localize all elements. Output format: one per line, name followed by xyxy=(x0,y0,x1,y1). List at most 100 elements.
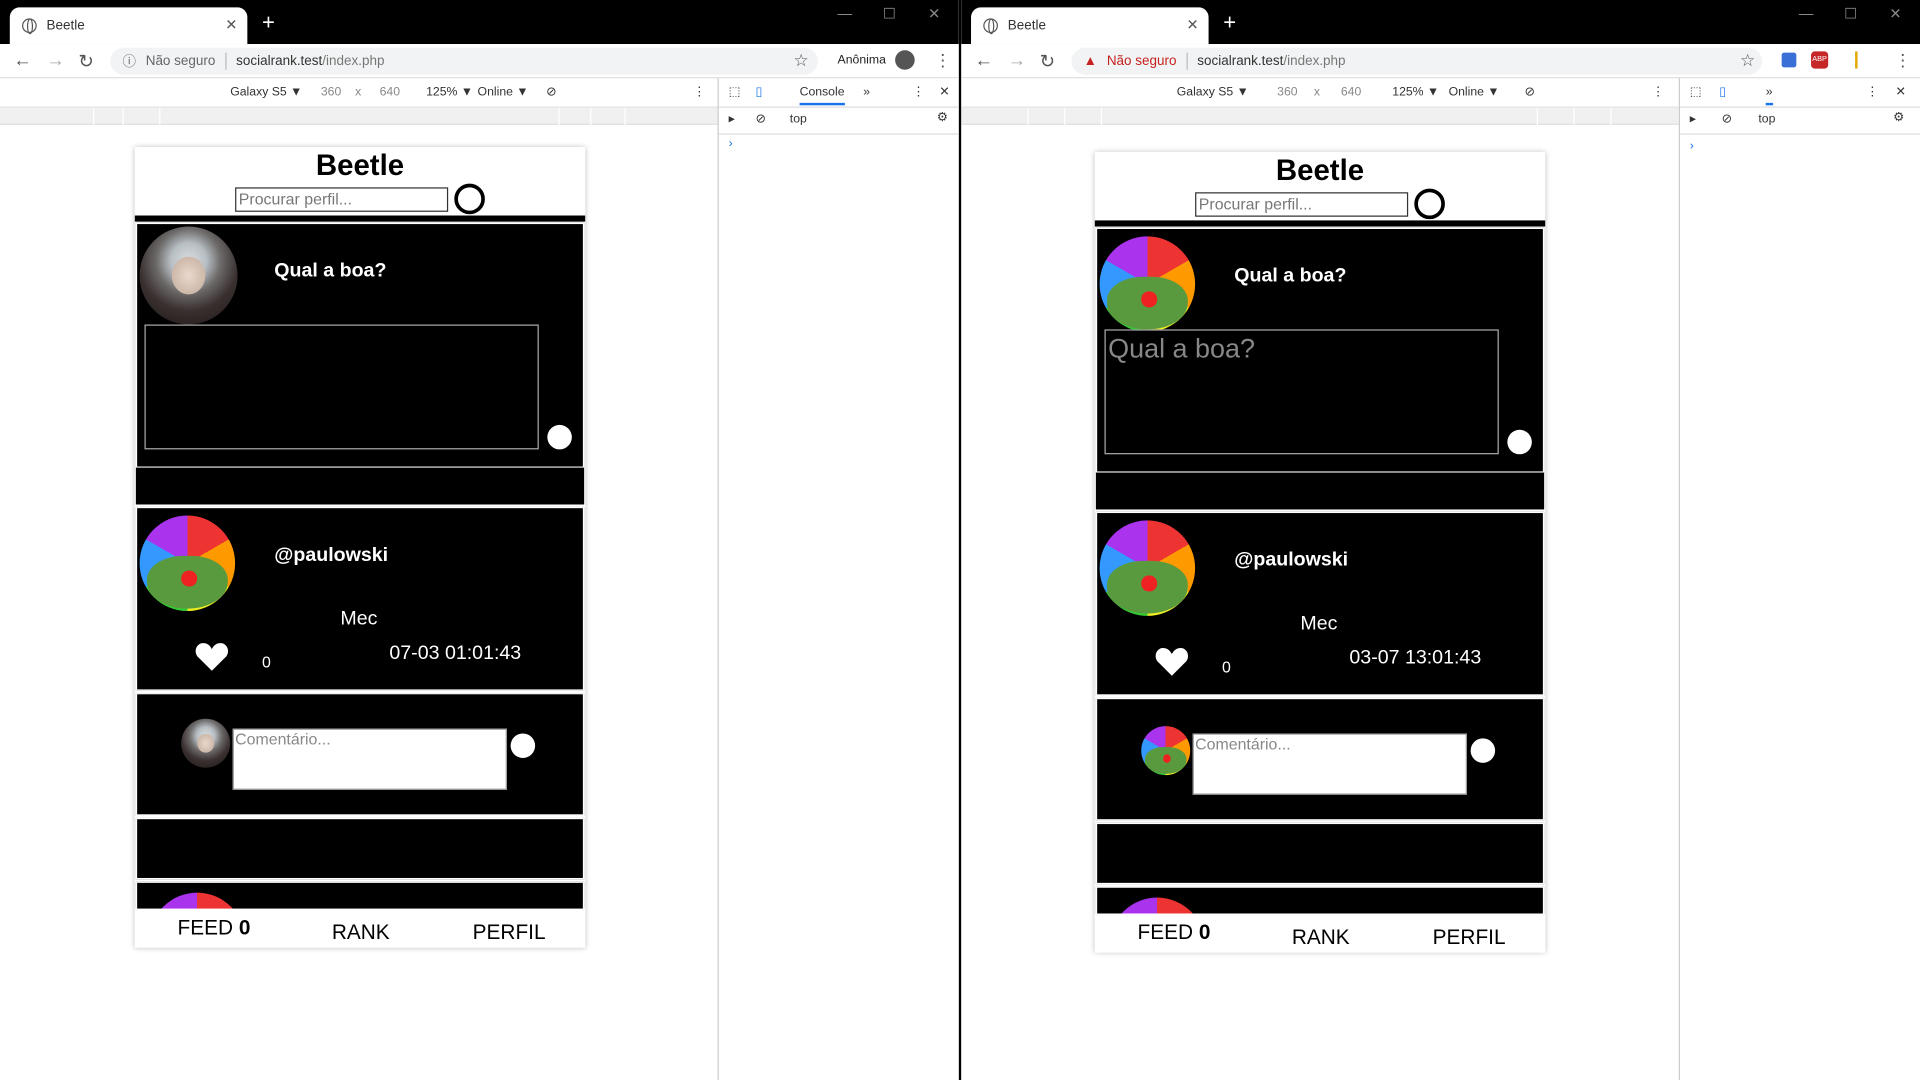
composer-textarea[interactable] xyxy=(144,324,539,450)
context-select[interactable]: top xyxy=(1758,113,1775,126)
close-window-icon[interactable]: ✕ xyxy=(928,5,940,22)
tab-console[interactable]: Console xyxy=(799,86,845,106)
clear-icon[interactable]: ⊘ xyxy=(756,113,766,126)
post-username[interactable]: @paulowski xyxy=(1234,550,1348,572)
submit-post-button[interactable] xyxy=(1507,429,1532,455)
nav-profile[interactable]: PERFIL xyxy=(473,921,546,945)
extension-icon[interactable] xyxy=(1855,51,1870,69)
minimize-icon[interactable]: — xyxy=(1799,5,1814,22)
search-button[interactable] xyxy=(1414,188,1445,220)
post-text: Mec xyxy=(340,608,378,630)
reload-icon[interactable]: ↻ xyxy=(78,50,93,72)
more-icon[interactable]: ⋮ xyxy=(1652,86,1664,99)
forward-icon[interactable]: → xyxy=(47,50,65,71)
bookmark-star-icon[interactable]: ☆ xyxy=(793,50,808,71)
spacer-bar xyxy=(1095,822,1545,885)
height-field[interactable]: 640 xyxy=(380,86,400,99)
device-select[interactable]: Galaxy S5 ▼ xyxy=(1177,86,1249,99)
submit-post-button[interactable] xyxy=(547,424,572,450)
rotate-icon[interactable]: ⊘ xyxy=(546,86,556,99)
height-field[interactable]: 640 xyxy=(1341,86,1361,99)
browser-tab[interactable]: Beetle ✕ xyxy=(971,7,1209,45)
device-toggle-icon[interactable]: ▯ xyxy=(756,86,763,99)
devtools-tabs: ⬚ ▯ Console » ⋮ ✕ xyxy=(718,78,959,108)
more-tabs-icon[interactable]: » xyxy=(1765,86,1773,106)
post-username[interactable]: @paulowski xyxy=(274,545,388,567)
heart-icon[interactable] xyxy=(1153,645,1190,677)
incognito-icon[interactable] xyxy=(895,50,915,70)
app-frame: Beetle Procurar perfil... Qual a boa? Qu… xyxy=(1094,151,1546,953)
settings-gear-icon[interactable]: ⚙ xyxy=(1893,111,1904,124)
new-tab-button[interactable]: + xyxy=(262,10,275,36)
minimize-icon[interactable]: — xyxy=(838,5,853,22)
menu-icon[interactable]: ⋮ xyxy=(1894,50,1911,71)
maximize-icon[interactable]: ☐ xyxy=(883,5,896,22)
url-host: socialrank.test xyxy=(236,53,323,69)
settings-gear-icon[interactable]: ⚙ xyxy=(937,111,948,124)
reload-icon[interactable]: ↻ xyxy=(1040,50,1055,72)
rotate-icon[interactable]: ⊘ xyxy=(1525,86,1535,99)
tab-title: Beetle xyxy=(1007,18,1046,34)
spacer-bar xyxy=(135,817,585,880)
close-tab-icon[interactable]: ✕ xyxy=(1186,16,1198,33)
address-bar[interactable]: ▲ Não seguro socialrank.test /index.php xyxy=(1071,47,1763,75)
zoom-select[interactable]: 125% ▼ xyxy=(1392,86,1439,99)
devtools-menu-icon[interactable]: ⋮ xyxy=(1866,86,1878,99)
inspect-icon[interactable]: ⬚ xyxy=(1690,86,1702,99)
device-select[interactable]: Galaxy S5 ▼ xyxy=(230,86,302,99)
new-tab-button[interactable]: + xyxy=(1223,10,1236,36)
search-button[interactable] xyxy=(454,183,485,215)
avatar xyxy=(1141,726,1191,776)
nav-rank[interactable]: RANK xyxy=(332,921,390,945)
globe-icon xyxy=(983,18,998,35)
nav-profile[interactable]: PERFIL xyxy=(1433,926,1506,950)
devtools-menu-icon[interactable]: ⋮ xyxy=(912,86,924,99)
sidebar-icon[interactable]: ▸ xyxy=(729,113,735,126)
back-icon[interactable]: ← xyxy=(13,50,31,71)
network-select[interactable]: Online ▼ xyxy=(478,86,529,99)
avatar xyxy=(1099,236,1196,332)
width-field[interactable]: 360 xyxy=(1277,86,1297,99)
devtools-close-icon[interactable]: ✕ xyxy=(939,86,949,99)
comment-input[interactable]: Comentário... xyxy=(232,728,507,790)
console-prompt-icon[interactable]: › xyxy=(729,137,733,150)
bottom-nav: FEED 0 RANK PERFIL xyxy=(134,908,586,946)
zoom-select[interactable]: 125% ▼ xyxy=(426,86,473,99)
forward-icon[interactable]: → xyxy=(1008,50,1026,71)
comment-input[interactable]: Comentário... xyxy=(1192,733,1467,795)
network-select[interactable]: Online ▼ xyxy=(1449,86,1500,99)
composer-textarea[interactable]: Qual a boa? xyxy=(1104,329,1499,455)
search-input[interactable]: Procurar perfil... xyxy=(1195,192,1409,217)
submit-comment-button[interactable] xyxy=(1470,738,1496,763)
maximize-icon[interactable]: ☐ xyxy=(1844,5,1857,22)
bookmark-star-icon[interactable]: ☆ xyxy=(1740,50,1755,71)
heart-icon[interactable] xyxy=(193,640,230,672)
browser-window-right: Beetle ✕ + — ☐ ✕ ← → ↻ ▲ Não seguro soci… xyxy=(961,0,1920,1080)
devtools-close-icon[interactable]: ✕ xyxy=(1896,86,1906,99)
device-toggle-icon[interactable]: ▯ xyxy=(1719,86,1726,99)
more-tabs-icon[interactable]: » xyxy=(863,86,870,99)
sidebar-icon[interactable]: ▸ xyxy=(1690,113,1696,126)
search-input[interactable]: Procurar perfil... xyxy=(235,187,449,212)
inspect-icon[interactable]: ⬚ xyxy=(729,86,741,99)
more-icon[interactable]: ⋮ xyxy=(693,86,705,99)
submit-comment-button[interactable] xyxy=(510,733,536,758)
browser-tab[interactable]: Beetle ✕ xyxy=(9,7,248,45)
context-select[interactable]: top xyxy=(790,113,807,126)
nav-rank[interactable]: RANK xyxy=(1292,926,1350,950)
close-tab-icon[interactable]: ✕ xyxy=(225,16,237,33)
extension-icon[interactable] xyxy=(1781,52,1797,68)
app-frame: Beetle Procurar perfil... Qual a boa? @p… xyxy=(134,146,586,948)
close-window-icon[interactable]: ✕ xyxy=(1889,5,1901,22)
avatar xyxy=(139,515,236,612)
nav-feed[interactable]: FEED 0 xyxy=(1138,921,1211,945)
nav-feed[interactable]: FEED 0 xyxy=(178,916,251,940)
width-field[interactable]: 360 xyxy=(321,86,341,99)
console-prompt-icon[interactable]: › xyxy=(1690,140,1694,153)
device-toolbar: Galaxy S5 ▼ 360 x 640 125% ▼ Online ▼ ⊘ … xyxy=(961,78,1679,108)
back-icon[interactable]: ← xyxy=(975,50,993,71)
clear-icon[interactable]: ⊘ xyxy=(1722,113,1732,126)
address-bar[interactable]: ⓘ Não seguro socialrank.test /index.php xyxy=(110,47,818,75)
adblock-icon[interactable]: ABP xyxy=(1811,51,1829,69)
menu-icon[interactable]: ⋮ xyxy=(934,50,951,71)
